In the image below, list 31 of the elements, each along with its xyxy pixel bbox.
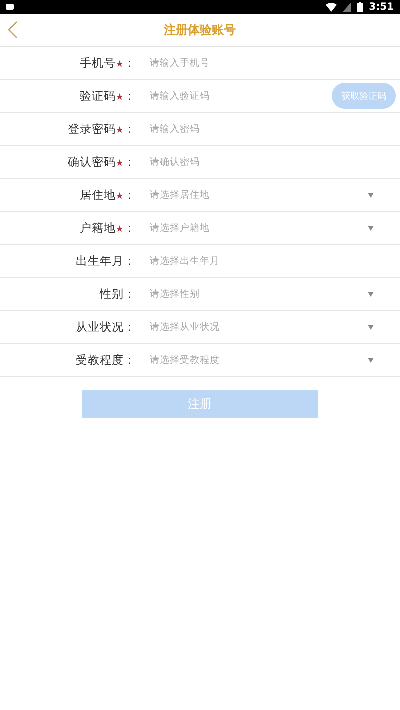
field-label: 出生年月： <box>75 254 136 268</box>
dropdown-arrow-icon <box>368 358 374 362</box>
wifi-icon <box>326 2 338 12</box>
input-field[interactable]: 请选择性别 <box>150 284 368 304</box>
field-label: 验证码★： <box>78 88 136 104</box>
field-label: 从业状况： <box>75 320 136 334</box>
status-time: 3:51 <box>369 2 394 12</box>
dropdown-arrow-icon <box>368 324 374 330</box>
input-field[interactable]: 请选择出生年月 <box>150 251 400 271</box>
dropdown-arrow-icon <box>368 292 374 296</box>
input-field[interactable]: 请选择居住地 <box>150 185 368 205</box>
field-label: 性别： <box>98 286 136 302</box>
notification-icon <box>6 3 14 11</box>
input-field[interactable]: 请输入验证码 <box>150 86 332 106</box>
input-field[interactable]: 请选择受教程度 <box>150 350 368 370</box>
input-field[interactable]: 请选择从业状况 <box>150 317 368 337</box>
field-label: 登录密码★： <box>66 122 136 136</box>
page-title: 注册体验账号 <box>164 22 236 38</box>
field-label: 确认密码★： <box>66 154 136 170</box>
input-field[interactable]: 请选择户籍地 <box>150 218 368 238</box>
input-field[interactable]: 请输入手机号 <box>150 53 400 73</box>
battery-icon <box>357 2 364 12</box>
dropdown-arrow-icon <box>368 226 374 230</box>
field-label: 居住地★： <box>78 188 136 202</box>
field-label: 手机号★： <box>78 56 136 70</box>
field-label: 受教程度： <box>75 352 136 368</box>
input-field[interactable]: 请输入密码 <box>150 119 400 139</box>
field-label: 户籍地★： <box>78 220 136 236</box>
dropdown-arrow-icon <box>368 192 374 198</box>
input-field[interactable]: 请确认密码 <box>150 152 400 172</box>
signal-icon <box>343 2 352 12</box>
